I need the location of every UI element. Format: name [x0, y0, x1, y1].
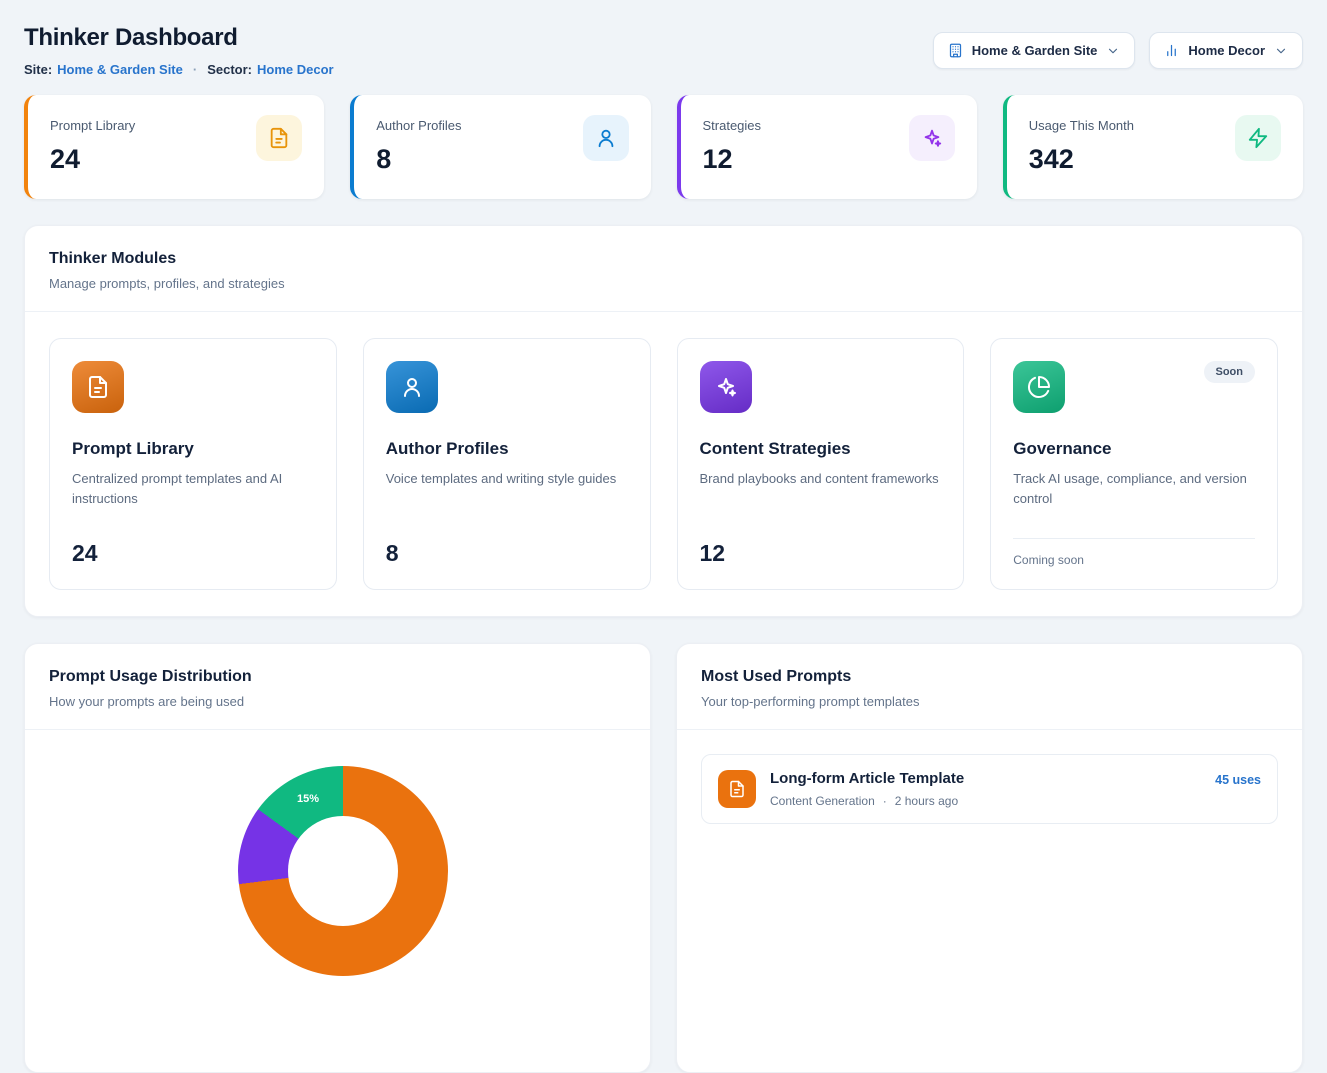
site-link[interactable]: Home & Garden Site: [57, 62, 183, 77]
donut-chart-area: 15%: [25, 730, 650, 1070]
prompt-list: Long-form Article Template Content Gener…: [677, 730, 1302, 848]
sparkle-icon: [909, 115, 955, 161]
header-controls: Home & Garden Site Home Decor: [933, 32, 1303, 69]
module-card-governance[interactable]: Soon Governance Track AI usage, complian…: [990, 338, 1278, 590]
module-title: Content Strategies: [700, 439, 942, 459]
thinker-modules-section: Thinker Modules Manage prompts, profiles…: [24, 225, 1303, 617]
prompt-title: Long-form Article Template: [770, 770, 964, 787]
thinker-dashboard-page: Thinker Dashboard Site: Home & Garden Si…: [0, 0, 1327, 826]
prompt-list-item[interactable]: Long-form Article Template Content Gener…: [701, 754, 1278, 824]
module-description: Track AI usage, compliance, and version …: [1013, 469, 1255, 509]
stat-card-strategies: Strategies 12: [677, 95, 977, 199]
stat-label: Usage This Month: [1029, 118, 1134, 133]
modules-header: Thinker Modules Manage prompts, profiles…: [25, 226, 1302, 312]
module-card-prompt-library[interactable]: Prompt Library Centralized prompt templa…: [49, 338, 337, 590]
stat-value: 342: [1029, 144, 1134, 175]
stat-value: 12: [703, 144, 762, 175]
stat-text: Author Profiles 8: [376, 115, 461, 199]
most-used-subtitle: Your top-performing prompt templates: [701, 694, 1278, 709]
most-used-prompts-card: Most Used Prompts Your top-performing pr…: [676, 643, 1303, 1073]
module-description: Voice templates and writing style guides: [386, 469, 628, 489]
prompt-usage-distribution-card: Prompt Usage Distribution How your promp…: [24, 643, 651, 1073]
breadcrumb-separator: ·: [193, 62, 197, 77]
building-icon: [948, 43, 963, 58]
uses-badge: 45 uses: [1215, 773, 1261, 787]
stat-label: Prompt Library: [50, 118, 135, 133]
usage-title: Prompt Usage Distribution: [49, 668, 626, 686]
pie-chart-icon: [1013, 361, 1065, 413]
usage-subtitle: How your prompts are being used: [49, 694, 626, 709]
stat-label: Strategies: [703, 118, 762, 133]
module-count: 12: [700, 540, 942, 567]
module-description: Brand playbooks and content frameworks: [700, 469, 942, 489]
meta-separator: ·: [883, 794, 887, 808]
stat-value: 24: [50, 144, 135, 175]
modules-subtitle: Manage prompts, profiles, and strategies: [49, 276, 1278, 291]
file-text-icon: [718, 770, 756, 808]
prompt-category: Content Generation: [770, 794, 875, 808]
module-title: Governance: [1013, 439, 1255, 459]
soon-badge: Soon: [1204, 361, 1256, 383]
sector-label: Sector:: [207, 62, 252, 77]
sector-selector-dropdown[interactable]: Home Decor: [1149, 32, 1303, 69]
coming-soon-text: Coming soon: [1013, 538, 1255, 567]
header: Thinker Dashboard Site: Home & Garden Si…: [0, 0, 1327, 89]
site-selector-label: Home & Garden Site: [972, 43, 1098, 58]
module-count: 8: [386, 540, 628, 567]
stat-card-prompt-library: Prompt Library 24: [24, 95, 324, 199]
stat-card-usage: Usage This Month 342: [1003, 95, 1303, 199]
module-count: 24: [72, 540, 314, 567]
stat-label: Author Profiles: [376, 118, 461, 133]
donut-segment-label: 15%: [291, 793, 325, 805]
most-used-title: Most Used Prompts: [701, 668, 1278, 686]
page-title: Thinker Dashboard: [24, 24, 334, 52]
stat-value: 8: [376, 144, 461, 175]
file-text-icon: [256, 115, 302, 161]
module-title: Author Profiles: [386, 439, 628, 459]
prompt-meta: Content Generation · 2 hours ago: [770, 794, 964, 808]
user-icon: [583, 115, 629, 161]
zap-icon: [1235, 115, 1281, 161]
stat-text: Usage This Month 342: [1029, 115, 1134, 199]
file-text-icon: [72, 361, 124, 413]
usage-donut-chart: 15%: [238, 766, 448, 976]
site-selector-dropdown[interactable]: Home & Garden Site: [933, 32, 1136, 69]
header-left: Thinker Dashboard Site: Home & Garden Si…: [24, 24, 334, 77]
sparkle-icon: [700, 361, 752, 413]
bar-chart-icon: [1164, 43, 1179, 58]
site-label: Site:: [24, 62, 52, 77]
most-used-header: Most Used Prompts Your top-performing pr…: [677, 644, 1302, 730]
sector-selector-label: Home Decor: [1188, 43, 1265, 58]
modules-grid: Prompt Library Centralized prompt templa…: [25, 312, 1302, 616]
user-icon: [386, 361, 438, 413]
chevron-down-icon: [1106, 44, 1120, 58]
module-description: Centralized prompt templates and AI inst…: [72, 469, 314, 509]
chevron-down-icon: [1274, 44, 1288, 58]
prompt-time: 2 hours ago: [895, 794, 958, 808]
usage-header: Prompt Usage Distribution How your promp…: [25, 644, 650, 730]
module-card-content-strategies[interactable]: Content Strategies Brand playbooks and c…: [677, 338, 965, 590]
bottom-row: Prompt Usage Distribution How your promp…: [24, 643, 1303, 1073]
stat-text: Prompt Library 24: [50, 115, 135, 199]
donut-hole: [288, 816, 398, 926]
stat-text: Strategies 12: [703, 115, 762, 199]
stat-card-author-profiles: Author Profiles 8: [350, 95, 650, 199]
sector-link[interactable]: Home Decor: [257, 62, 334, 77]
stats-row: Prompt Library 24 Author Profiles 8 Stra…: [0, 95, 1327, 199]
prompt-info: Long-form Article Template Content Gener…: [770, 770, 964, 808]
modules-title: Thinker Modules: [49, 250, 1278, 268]
module-title: Prompt Library: [72, 439, 314, 459]
module-card-author-profiles[interactable]: Author Profiles Voice templates and writ…: [363, 338, 651, 590]
breadcrumb: Site: Home & Garden Site · Sector: Home …: [24, 62, 334, 77]
